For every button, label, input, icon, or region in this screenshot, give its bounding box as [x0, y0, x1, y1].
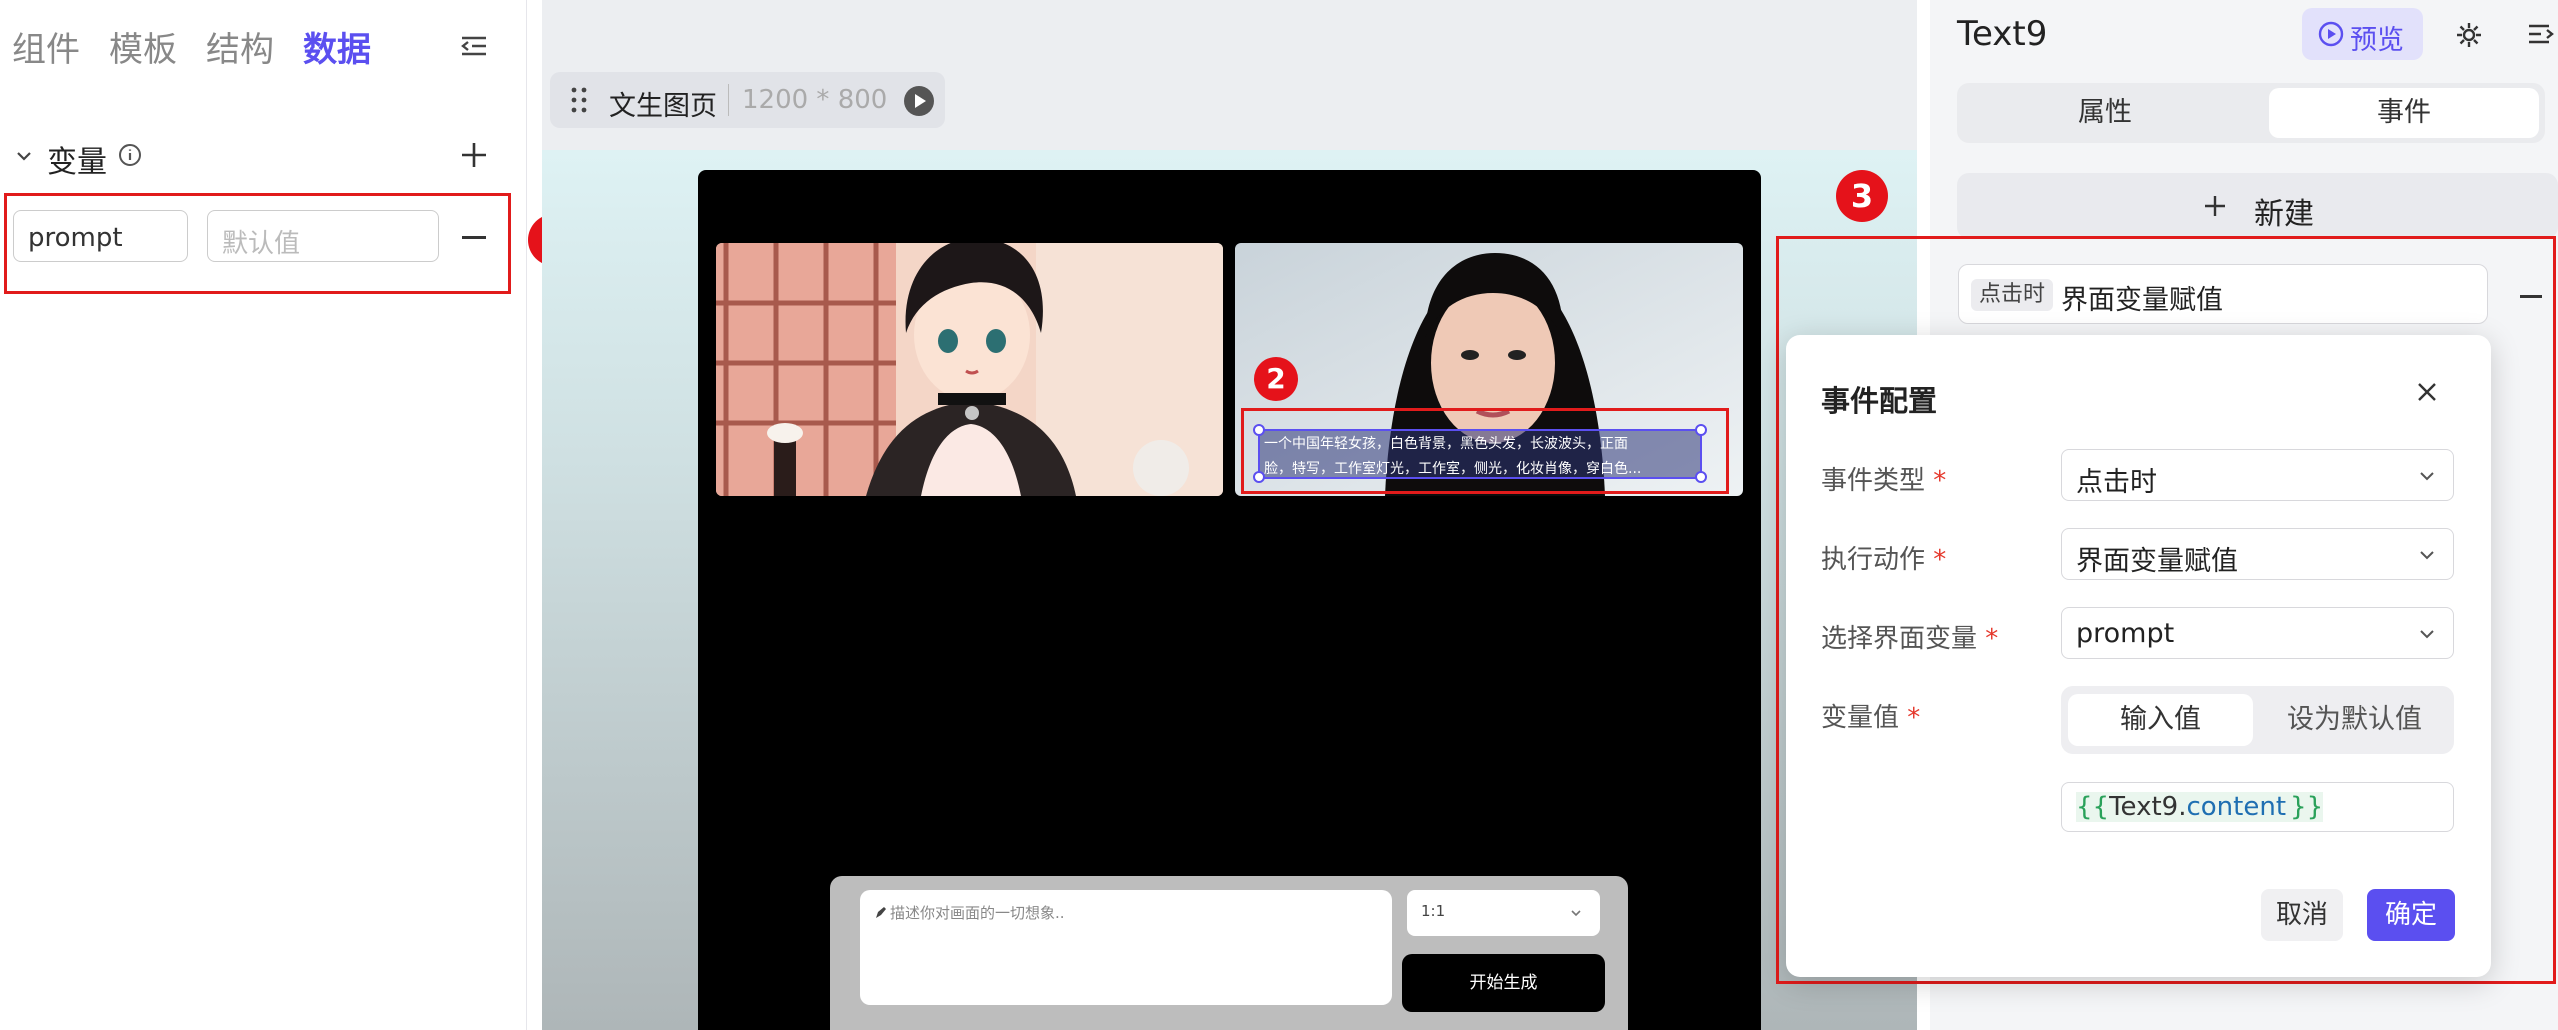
- new-event-label: 新建: [2254, 197, 2314, 232]
- chevron-down-icon: [2417, 466, 2437, 486]
- variables-section-title: 变量: [47, 145, 107, 180]
- plus-icon: [2203, 194, 2227, 218]
- expr-close: }}: [2286, 792, 2324, 822]
- ratio-value: 1:1: [1421, 902, 1446, 920]
- annotation-badge-2: 2: [1254, 357, 1298, 401]
- collapse-panel-icon[interactable]: [460, 34, 488, 58]
- tab-components[interactable]: 组件: [12, 22, 80, 71]
- preview-button[interactable]: 预览: [2302, 8, 2423, 60]
- component-title: Text9: [1957, 14, 2048, 54]
- chevron-down-icon: [2417, 545, 2437, 565]
- preview-label: 预览: [2350, 25, 2404, 56]
- expr-property: content: [2186, 792, 2287, 822]
- expr-open: {{: [2076, 792, 2110, 822]
- info-icon[interactable]: [118, 143, 142, 167]
- event-type-value: 点击时: [2076, 467, 2157, 498]
- generate-button[interactable]: 开始生成: [1402, 954, 1605, 1012]
- pencil-icon: [874, 906, 888, 920]
- action-value: 界面变量赋值: [2076, 546, 2238, 577]
- annotation-badge-3: 3: [1836, 170, 1888, 222]
- variable-default-field[interactable]: 默认值: [207, 210, 439, 262]
- variable-select-label: 选择界面变量 *: [1821, 624, 1999, 654]
- variable-select[interactable]: prompt: [2061, 607, 2454, 659]
- dialog-title: 事件配置: [1821, 384, 1938, 418]
- tab-data[interactable]: 数据: [303, 22, 371, 71]
- run-icon[interactable]: [903, 85, 935, 117]
- page-toolbar: 文生图页 1200 * 800: [550, 72, 945, 128]
- tab-properties[interactable]: 属性: [1962, 88, 2248, 138]
- left-panel: 组件 模板 结构 数据 变量 prompt 默认值: [0, 0, 527, 1030]
- tab-default-value[interactable]: 设为默认值: [2262, 694, 2447, 746]
- anime-girl-image[interactable]: [716, 243, 1223, 496]
- confirm-button[interactable]: 确定: [2367, 889, 2455, 941]
- variable-select-value: prompt: [2076, 618, 2175, 649]
- page-size: 1200 * 800: [742, 85, 888, 115]
- expand-panel-icon[interactable]: [2529, 22, 2555, 46]
- action-select[interactable]: 界面变量赋值: [2061, 528, 2454, 580]
- prompt-placeholder: 描述你对画面的一切想象..: [890, 904, 1065, 922]
- annotation-box-2: [1241, 408, 1729, 494]
- chevron-down-icon: [2417, 624, 2437, 644]
- tab-templates[interactable]: 模板: [109, 22, 177, 71]
- prompt-input[interactable]: 描述你对画面的一切想象..: [860, 890, 1392, 1005]
- action-label: 执行动作 *: [1821, 545, 1947, 575]
- variable-name-field[interactable]: prompt: [13, 210, 188, 262]
- tab-input-value[interactable]: 输入值: [2068, 694, 2253, 746]
- expression-input[interactable]: {{Text9.content}}: [2061, 782, 2454, 832]
- expr-object: Text9.: [2109, 792, 2187, 822]
- remove-variable-icon[interactable]: [462, 236, 486, 239]
- close-icon[interactable]: [2416, 381, 2438, 403]
- drag-handle-icon[interactable]: [570, 86, 588, 114]
- toolbar-divider: [728, 84, 729, 116]
- chevron-down-icon: [1569, 906, 1583, 920]
- event-type-select[interactable]: 点击时: [2061, 449, 2454, 501]
- settings-gear-icon[interactable]: [2455, 21, 2483, 49]
- new-event-button[interactable]: 新建: [1957, 173, 2558, 239]
- add-variable-icon[interactable]: [459, 140, 489, 170]
- tab-structure[interactable]: 结构: [206, 22, 274, 71]
- variable-value-label: 变量值 *: [1821, 703, 1921, 733]
- event-type-label: 事件类型 *: [1821, 466, 1947, 496]
- chevron-down-icon[interactable]: [14, 146, 34, 166]
- page-name: 文生图页: [609, 91, 717, 122]
- tab-events[interactable]: 事件: [2269, 88, 2539, 138]
- cancel-button[interactable]: 取消: [2261, 889, 2343, 941]
- play-circle-icon: [2318, 21, 2344, 47]
- ratio-select[interactable]: 1:1: [1407, 890, 1600, 936]
